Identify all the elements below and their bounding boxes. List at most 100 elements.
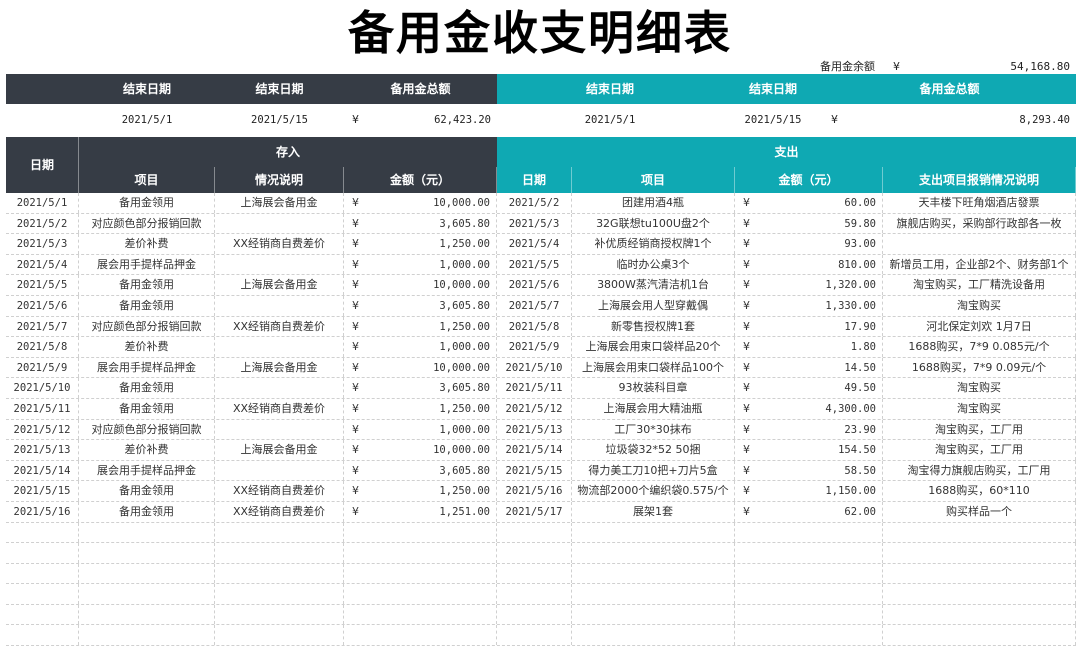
row-expense-date[interactable]: 2021/5/15 [497, 460, 572, 481]
row-income-item[interactable] [79, 584, 215, 604]
row-income-item[interactable]: 差价补费 [79, 337, 215, 357]
row-income-item[interactable] [79, 604, 215, 625]
summary-right-end[interactable]: 2021/5/15 [723, 106, 823, 134]
row-expense-note[interactable] [883, 625, 1076, 646]
row-expense-item[interactable] [572, 625, 735, 646]
summary-left-total[interactable]: ¥ 62,423.20 [344, 106, 497, 134]
row-income-amount[interactable] [344, 563, 497, 584]
row-expense-date[interactable]: 2021/5/3 [497, 213, 572, 234]
row-expense-amount[interactable]: ¥1,320.00 [735, 275, 883, 295]
row-income-item[interactable] [79, 543, 215, 563]
row-expense-amount[interactable] [735, 625, 883, 646]
row-expense-item[interactable]: 上海展会用大精油瓶 [572, 398, 735, 419]
row-expense-note[interactable] [883, 584, 1076, 604]
row-income-amount[interactable]: ¥1,000.00 [344, 419, 497, 440]
row-date[interactable]: 2021/5/15 [6, 481, 79, 501]
row-income-item[interactable]: 对应颜色部分报销回款 [79, 316, 215, 337]
row-expense-item[interactable]: 上海展会用束口袋样品100个 [572, 357, 735, 378]
row-income-amount[interactable]: ¥1,250.00 [344, 481, 497, 501]
row-date[interactable]: 2021/5/9 [6, 357, 79, 378]
row-expense-date[interactable]: 2021/5/8 [497, 316, 572, 337]
row-expense-amount[interactable]: ¥4,300.00 [735, 398, 883, 419]
row-income-note[interactable]: XX经销商自费差价 [215, 398, 344, 419]
row-income-amount[interactable] [344, 625, 497, 646]
row-expense-note[interactable]: 购买样品一个 [883, 501, 1076, 522]
row-expense-amount[interactable]: ¥59.80 [735, 213, 883, 234]
row-expense-note[interactable]: 天丰楼下旺角烟酒店發票 [883, 193, 1076, 213]
row-expense-amount[interactable] [735, 543, 883, 563]
row-income-note[interactable] [215, 584, 344, 604]
row-expense-item[interactable]: 93枚装科目章 [572, 378, 735, 398]
row-income-amount[interactable]: ¥10,000.00 [344, 440, 497, 460]
row-income-note[interactable]: XX经销商自费差价 [215, 234, 344, 254]
row-date[interactable]: 2021/5/12 [6, 419, 79, 440]
row-date[interactable]: 2021/5/1 [6, 193, 79, 213]
row-expense-item[interactable]: 新零售授权牌1套 [572, 316, 735, 337]
row-income-item[interactable]: 备用金领用 [79, 193, 215, 213]
row-expense-date[interactable] [497, 543, 572, 563]
row-expense-item[interactable]: 32G联想tu100U盘2个 [572, 213, 735, 234]
row-expense-item[interactable] [572, 522, 735, 543]
row-expense-date[interactable]: 2021/5/13 [497, 419, 572, 440]
row-expense-note[interactable]: 淘宝购买，工厂精洗设备用 [883, 275, 1076, 295]
row-income-amount[interactable] [344, 604, 497, 625]
row-expense-date[interactable]: 2021/5/9 [497, 337, 572, 357]
row-income-item[interactable]: 展会用手提样品押金 [79, 460, 215, 481]
row-expense-date[interactable] [497, 563, 572, 584]
row-expense-item[interactable]: 临时办公桌3个 [572, 254, 735, 275]
row-income-note[interactable] [215, 254, 344, 275]
row-expense-note[interactable]: 淘宝购买，工厂用 [883, 419, 1076, 440]
row-date[interactable] [6, 584, 79, 604]
summary-left-end[interactable]: 2021/5/15 [215, 106, 344, 134]
row-expense-date[interactable]: 2021/5/10 [497, 357, 572, 378]
row-income-amount[interactable]: ¥3,605.80 [344, 295, 497, 316]
row-date[interactable]: 2021/5/10 [6, 378, 79, 398]
row-income-item[interactable]: 备用金领用 [79, 481, 215, 501]
row-income-amount[interactable] [344, 584, 497, 604]
row-expense-date[interactable] [497, 625, 572, 646]
row-income-item[interactable]: 备用金领用 [79, 398, 215, 419]
row-expense-note[interactable]: 淘宝购买 [883, 378, 1076, 398]
row-date[interactable] [6, 604, 79, 625]
row-income-item[interactable]: 对应颜色部分报销回款 [79, 213, 215, 234]
row-expense-item[interactable]: 3800W蒸汽清洁机1台 [572, 275, 735, 295]
row-income-note[interactable] [215, 378, 344, 398]
row-income-item[interactable]: 备用金领用 [79, 275, 215, 295]
row-expense-item[interactable] [572, 563, 735, 584]
row-date[interactable]: 2021/5/6 [6, 295, 79, 316]
row-income-note[interactable] [215, 625, 344, 646]
row-income-note[interactable]: 上海展会备用金 [215, 440, 344, 460]
row-income-note[interactable] [215, 419, 344, 440]
row-income-note[interactable] [215, 522, 344, 543]
row-income-amount[interactable]: ¥1,251.00 [344, 501, 497, 522]
row-date[interactable]: 2021/5/3 [6, 234, 79, 254]
row-income-item[interactable]: 差价补费 [79, 234, 215, 254]
row-income-note[interactable]: 上海展会备用金 [215, 275, 344, 295]
row-expense-date[interactable]: 2021/5/6 [497, 275, 572, 295]
row-date[interactable]: 2021/5/4 [6, 254, 79, 275]
row-income-item[interactable]: 备用金领用 [79, 501, 215, 522]
row-income-amount[interactable]: ¥1,000.00 [344, 254, 497, 275]
row-income-item[interactable]: 差价补费 [79, 440, 215, 460]
row-date[interactable]: 2021/5/13 [6, 440, 79, 460]
row-income-note[interactable]: 上海展会备用金 [215, 193, 344, 213]
row-income-amount[interactable]: ¥1,250.00 [344, 234, 497, 254]
row-expense-note[interactable]: 淘宝购买 [883, 295, 1076, 316]
row-income-note[interactable]: XX经销商自费差价 [215, 316, 344, 337]
row-expense-amount[interactable] [735, 604, 883, 625]
row-income-note[interactable] [215, 460, 344, 481]
row-income-item[interactable]: 展会用手提样品押金 [79, 357, 215, 378]
row-expense-date[interactable]: 2021/5/16 [497, 481, 572, 501]
row-expense-note[interactable]: 淘宝购买 [883, 398, 1076, 419]
row-date[interactable]: 2021/5/5 [6, 275, 79, 295]
row-expense-amount[interactable]: ¥49.50 [735, 378, 883, 398]
row-expense-date[interactable]: 2021/5/5 [497, 254, 572, 275]
row-expense-item[interactable]: 补优质经销商授权牌1个 [572, 234, 735, 254]
row-date[interactable] [6, 625, 79, 646]
row-income-item[interactable]: 备用金领用 [79, 295, 215, 316]
row-date[interactable]: 2021/5/16 [6, 501, 79, 522]
row-income-amount[interactable]: ¥1,250.00 [344, 398, 497, 419]
row-expense-date[interactable]: 2021/5/11 [497, 378, 572, 398]
row-income-item[interactable]: 备用金领用 [79, 378, 215, 398]
row-income-note[interactable] [215, 213, 344, 234]
